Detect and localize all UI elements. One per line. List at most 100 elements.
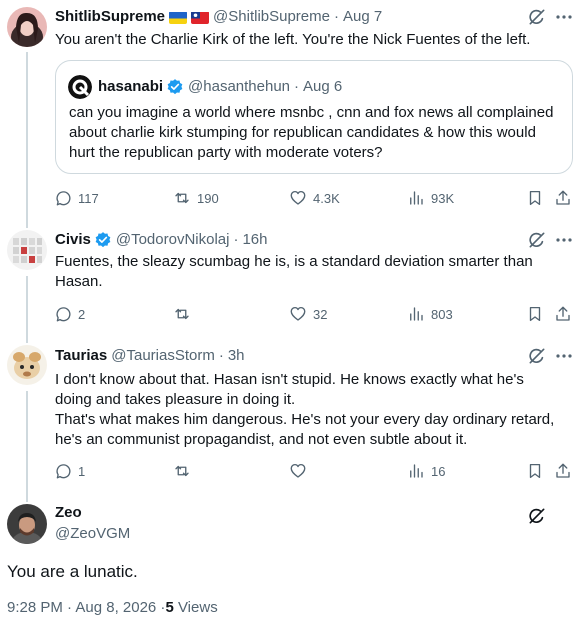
user-handle[interactable]: @ZeoVGM (55, 524, 130, 544)
share-icon (556, 306, 570, 321)
share-button[interactable] (554, 188, 572, 208)
tweet-taurias[interactable]: Taurias @TauriasStorm · 3h I don't know … (0, 336, 585, 488)
timestamp[interactable]: 9:28 PM · Aug 8, 2026 · (7, 598, 165, 618)
display-name[interactable]: Zeo (55, 503, 82, 523)
reply-button[interactable]: 1 (54, 461, 85, 481)
tweet-text: I don't know about that. Hasan isn't stu… (55, 370, 560, 450)
repost-button[interactable]: 190 (173, 188, 219, 208)
verified-badge-icon (167, 79, 183, 95)
heart-icon (290, 463, 306, 478)
thread-line (26, 220, 28, 228)
separator-dot: · (294, 78, 300, 95)
user-handle[interactable]: @TauriasStorm (111, 346, 215, 366)
views-label: Views (173, 599, 218, 616)
main-name: Zeo (55, 503, 82, 523)
avatar[interactable] (7, 230, 47, 270)
views-button[interactable]: 93K (407, 188, 454, 208)
quote-display-name[interactable]: hasanabi (98, 77, 163, 97)
reply-icon (56, 191, 71, 206)
repost-button[interactable] (173, 461, 197, 481)
ukraine-flag-icon (169, 11, 188, 24)
views-count: 16 (431, 463, 446, 479)
reply-count: 2 (78, 306, 86, 322)
separator-dot: · (333, 8, 339, 25)
reply-button[interactable]: 117 (54, 188, 99, 208)
action-bar: 1 16 (54, 461, 574, 481)
views-count[interactable]: 5 (165, 598, 173, 618)
repost-icon (175, 192, 189, 204)
tweet-time[interactable]: 3h (228, 346, 245, 366)
thread-line (26, 488, 28, 502)
main-tweet: Zeo @ZeoVGM You are a lunatic. 9:28 PM ·… (0, 488, 585, 632)
display-name[interactable]: Civis (55, 230, 91, 250)
verified-badge-icon (95, 232, 111, 248)
repost-icon (175, 465, 189, 477)
avatar[interactable] (7, 504, 47, 544)
avatar[interactable] (7, 7, 47, 47)
repost-icon (175, 308, 189, 320)
tweet-text: You aren't the Charlie Kirk of the left.… (55, 31, 531, 48)
tweet-time[interactable]: Aug 7 (343, 7, 382, 27)
bookmark-icon (529, 463, 541, 479)
repost-count: 190 (197, 190, 219, 206)
main-timestamp: 9:28 PM · Aug 8, 2026 · 5 Views (7, 598, 218, 618)
more-icon[interactable] (554, 230, 574, 250)
bookmark-button[interactable] (526, 188, 544, 208)
avatar[interactable] (7, 345, 47, 385)
bookmark-button[interactable] (526, 304, 544, 324)
grok-icon[interactable] (527, 506, 547, 526)
quote-time[interactable]: Aug 6 (303, 77, 342, 97)
like-count: 32 (313, 306, 328, 322)
quoted-tweet[interactable]: hasanabi @hasanthehun · Aug 6 can you im… (55, 60, 573, 174)
bookmark-icon (529, 190, 541, 206)
tweet-paragraph: I don't know about that. Hasan isn't stu… (55, 371, 524, 408)
tweet-paragraph: That's what makes him dangerous. He's no… (55, 411, 555, 448)
bookmark-button[interactable] (526, 461, 544, 481)
reply-button[interactable]: 2 (54, 304, 85, 324)
grok-icon[interactable] (527, 346, 547, 366)
views-icon (410, 307, 423, 321)
separator-dot: · (233, 231, 239, 248)
thread-line (26, 276, 28, 336)
share-icon (556, 190, 570, 205)
quote-avatar[interactable] (68, 75, 92, 99)
main-handle-row: @ZeoVGM (55, 524, 130, 544)
taiwan-flag-icon (191, 11, 210, 24)
action-bar: 117 190 4.3K 93K (54, 188, 574, 208)
grok-icon[interactable] (527, 230, 547, 250)
tweet-civis[interactable]: Civis @TodorovNikolaj · 16h Fuentes, the… (0, 220, 585, 336)
views-icon (410, 464, 423, 478)
reply-icon (56, 464, 71, 479)
repost-button[interactable] (173, 304, 197, 324)
display-name[interactable]: ShitlibSupreme (55, 7, 165, 27)
like-count: 4.3K (313, 190, 340, 206)
tweet-text: Fuentes, the sleazy scumbag he is, is a … (55, 253, 533, 290)
like-button[interactable] (289, 461, 313, 481)
views-button[interactable]: 16 (407, 461, 445, 481)
user-handle[interactable]: @TodorovNikolaj (116, 230, 230, 250)
grok-icon[interactable] (527, 7, 547, 27)
tweet-time[interactable]: 16h (242, 230, 267, 250)
bookmark-icon (529, 306, 541, 322)
share-button[interactable] (554, 461, 572, 481)
user-handle[interactable]: @ShitlibSupreme (213, 7, 330, 27)
quote-text: can you imagine a world where msnbc , cn… (69, 104, 554, 161)
like-button[interactable]: 32 (289, 304, 327, 324)
more-icon[interactable] (554, 7, 574, 27)
like-button[interactable]: 4.3K (289, 188, 340, 208)
thread-line (26, 52, 28, 220)
display-name[interactable]: Taurias (55, 346, 107, 366)
action-bar: 2 32 803 (54, 304, 574, 324)
main-tweet-text: You are a lunatic. (7, 562, 138, 581)
quote-handle[interactable]: @hasanthehun (188, 77, 290, 97)
share-icon (556, 463, 570, 478)
heart-icon (290, 306, 306, 321)
share-button[interactable] (554, 304, 572, 324)
heart-icon (290, 190, 306, 205)
reply-count: 117 (78, 190, 99, 206)
tweet-header: ShitlibSupreme @ShitlibSupreme · Aug 7 (55, 7, 382, 27)
tweet-shitlibsupreme[interactable]: ShitlibSupreme @ShitlibSupreme · Aug 7 Y… (0, 0, 585, 220)
tweet-header: Taurias @TauriasStorm · 3h (55, 346, 245, 366)
views-button[interactable]: 803 (407, 304, 453, 324)
more-icon[interactable] (554, 346, 574, 366)
